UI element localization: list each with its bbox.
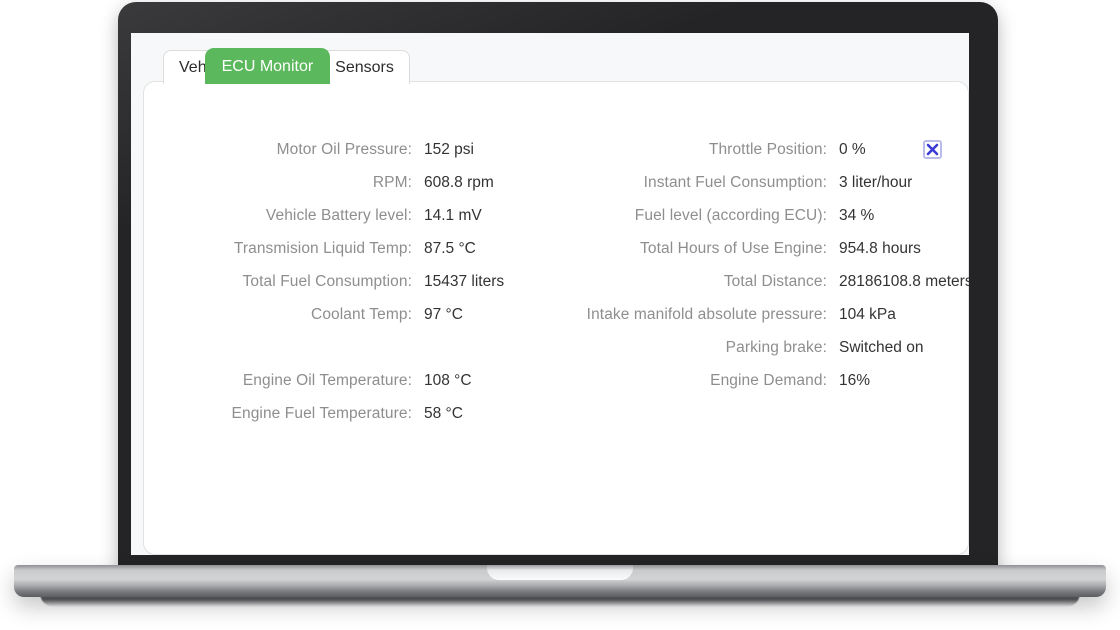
field-value: 152 psi xyxy=(424,141,474,158)
ecu-monitor-app: Vehicle ECU Monitor Sensors xyxy=(131,33,969,555)
field-row: Coolant Temp: 97 °C xyxy=(144,303,557,327)
ecu-monitor-panel: Motor Oil Pressure: 152 psi RPM: 608.8 r… xyxy=(143,81,969,555)
laptop-mockup: Vehicle ECU Monitor Sensors xyxy=(0,0,1120,630)
field-value: 3 liter/hour xyxy=(839,174,913,191)
close-x-icon[interactable] xyxy=(923,140,942,159)
field-row: Parking brake: Switched on xyxy=(557,336,969,360)
field-value: 104 kPa xyxy=(839,306,896,323)
field-row-spacer xyxy=(144,336,557,360)
field-label: Total Fuel Consumption: xyxy=(242,273,412,290)
tab-ecu-monitor[interactable]: ECU Monitor xyxy=(204,48,331,84)
field-label: Total Distance: xyxy=(723,273,827,290)
tab-ecu-monitor-label: ECU Monitor xyxy=(221,58,314,75)
ecu-fields-right-column: Throttle Position: 0 % Instant Fuel Cons… xyxy=(557,138,969,435)
field-value: 34 % xyxy=(839,207,875,224)
field-value: 608.8 rpm xyxy=(424,174,494,191)
field-row: Transmision Liquid Temp: 87.5 °C xyxy=(144,237,557,261)
field-row: Engine Demand: 16% xyxy=(557,369,969,393)
field-label: Transmision Liquid Temp: xyxy=(233,240,412,257)
field-label: Intake manifold absolute pressure: xyxy=(586,306,827,323)
field-row: Throttle Position: 0 % xyxy=(557,138,969,162)
tab-strip: Vehicle ECU Monitor Sensors xyxy=(163,48,410,84)
tab-sensors-label: Sensors xyxy=(335,59,394,76)
field-value: Switched on xyxy=(839,339,924,356)
field-label: Fuel level (according ECU): xyxy=(634,207,827,224)
field-row: RPM: 608.8 rpm xyxy=(144,171,557,195)
field-value: 58 °C xyxy=(424,405,463,422)
field-value: 108 °C xyxy=(424,372,472,389)
field-value: 0 % xyxy=(839,141,866,158)
field-row: Total Hours of Use Engine: 954.8 hours xyxy=(557,237,969,261)
field-label: Vehicle Battery level: xyxy=(265,207,412,224)
field-label: Total Hours of Use Engine: xyxy=(640,240,827,257)
field-value: 16% xyxy=(839,372,871,389)
field-value: 954.8 hours xyxy=(839,240,921,257)
field-label: Parking brake: xyxy=(725,339,827,356)
field-value: 28186108.8 meters xyxy=(839,273,969,290)
field-label: RPM: xyxy=(372,174,412,191)
field-value: 14.1 mV xyxy=(424,207,482,224)
field-label: Engine Oil Temperature: xyxy=(242,372,412,389)
field-row: Fuel level (according ECU): 34 % xyxy=(557,204,969,228)
ecu-fields-grid: Motor Oil Pressure: 152 psi RPM: 608.8 r… xyxy=(144,138,969,435)
field-value: 97 °C xyxy=(424,306,463,323)
field-label: Throttle Position: xyxy=(708,141,827,158)
field-row: Engine Fuel Temperature: 58 °C xyxy=(144,402,557,426)
ecu-fields-left-column: Motor Oil Pressure: 152 psi RPM: 608.8 r… xyxy=(144,138,557,435)
field-label: Instant Fuel Consumption: xyxy=(643,174,827,191)
field-label: Motor Oil Pressure: xyxy=(276,141,412,158)
field-row: Vehicle Battery level: 14.1 mV xyxy=(144,204,557,228)
field-row: Motor Oil Pressure: 152 psi xyxy=(144,138,557,162)
field-row: Instant Fuel Consumption: 3 liter/hour xyxy=(557,171,969,195)
field-value: 15437 liters xyxy=(424,273,505,290)
laptop-screen: Vehicle ECU Monitor Sensors xyxy=(131,33,969,555)
field-value: 87.5 °C xyxy=(424,240,476,257)
field-label: Coolant Temp: xyxy=(311,306,412,323)
field-row: Total Fuel Consumption: 15437 liters xyxy=(144,270,557,294)
field-row: Total Distance: 28186108.8 meters xyxy=(557,270,969,294)
field-label: Engine Demand: xyxy=(710,372,827,389)
field-label: Engine Fuel Temperature: xyxy=(231,405,412,422)
field-row: Intake manifold absolute pressure: 104 k… xyxy=(557,303,969,327)
field-row: Engine Oil Temperature: 108 °C xyxy=(144,369,557,393)
laptop-base-notch xyxy=(487,565,633,580)
